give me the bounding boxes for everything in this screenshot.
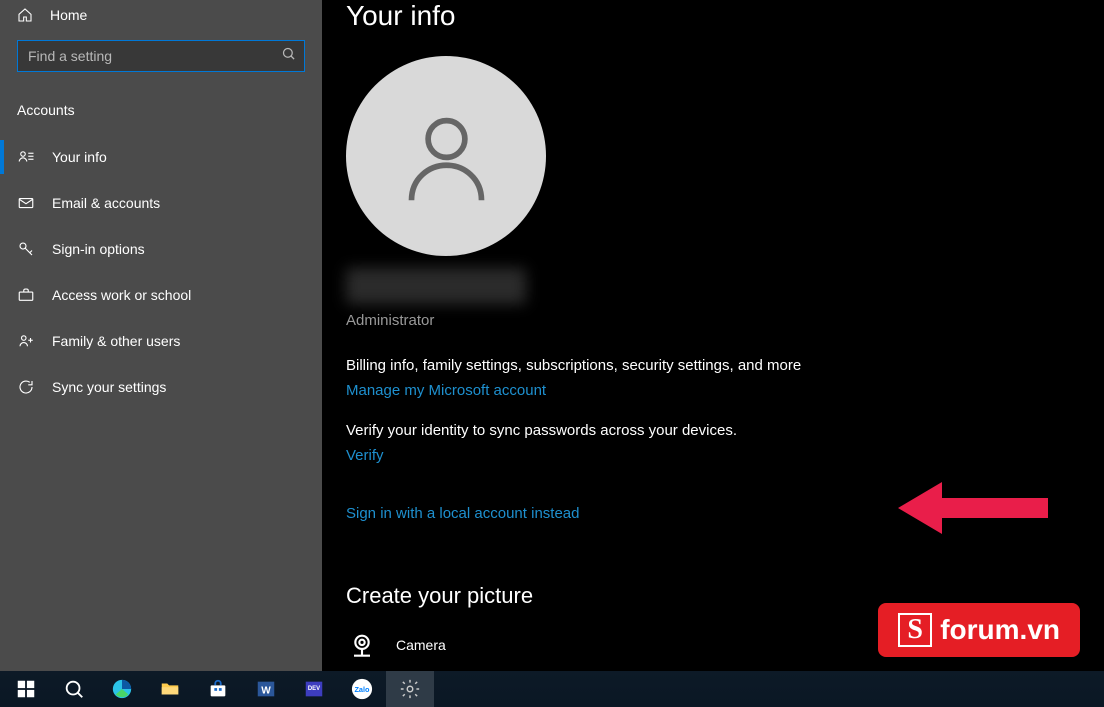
category-heading: Accounts [0,72,322,134]
home-button[interactable]: Home [0,0,322,30]
sidebar-item-family[interactable]: Family & other users [0,318,322,364]
sidebar-item-your-info[interactable]: Your info [0,134,322,180]
taskbar-settings[interactable] [386,671,434,707]
content-area: Your info Administrator Billing info, fa… [322,0,1104,671]
home-icon [17,7,33,23]
settings-sidebar: Home Accounts Your info [0,0,322,671]
windows-icon [15,678,37,700]
sync-icon [17,378,35,396]
search-icon [63,678,85,700]
taskbar-store[interactable] [194,671,242,707]
folder-icon [159,678,181,700]
account-role: Administrator [346,312,1104,329]
svg-text:Zalo: Zalo [354,685,370,694]
page-title: Your info [346,0,1104,32]
avatar [346,56,546,256]
gear-icon [399,678,421,700]
svg-text:W: W [261,686,271,697]
account-name-blurred [346,268,526,304]
sidebar-item-label: Family & other users [52,333,180,349]
person-card-icon [17,148,35,166]
watermark-badge: S forum.vn [878,603,1080,657]
briefcase-icon [17,286,35,304]
search-input-wrapper[interactable] [17,40,305,72]
sidebar-item-signin[interactable]: Sign-in options [0,226,322,272]
search-input[interactable] [18,41,304,71]
sidebar-item-label: Your info [52,149,107,165]
camera-icon [346,629,378,661]
sidebar-item-sync[interactable]: Sync your settings [0,364,322,410]
sidebar-item-label: Access work or school [52,287,191,303]
watermark-text: forum.vn [940,614,1060,646]
person-icon [394,104,499,209]
watermark-logo: S [898,613,932,647]
store-icon [207,678,229,700]
local-account-link[interactable]: Sign in with a local account instead [346,505,579,522]
billing-text: Billing info, family settings, subscript… [346,357,1104,374]
zalo-icon: Zalo [351,678,373,700]
edge-icon [111,678,133,700]
sidebar-item-label: Email & accounts [52,195,160,211]
dev-icon: DEV [303,678,325,700]
key-icon [17,240,35,258]
taskbar-explorer[interactable] [146,671,194,707]
start-button[interactable] [2,671,50,707]
word-icon: W [255,678,277,700]
home-label: Home [50,7,87,23]
taskbar-dev[interactable]: DEV [290,671,338,707]
svg-text:DEV: DEV [308,686,320,692]
sidebar-item-email[interactable]: Email & accounts [0,180,322,226]
manage-account-link[interactable]: Manage my Microsoft account [346,382,546,399]
taskbar-edge[interactable] [98,671,146,707]
taskbar: W DEV Zalo [0,671,1104,707]
verify-link[interactable]: Verify [346,447,384,464]
taskbar-word[interactable]: W [242,671,290,707]
sidebar-item-label: Sync your settings [52,379,166,395]
annotation-arrow [898,476,1048,545]
sidebar-item-work[interactable]: Access work or school [0,272,322,318]
sidebar-item-label: Sign-in options [52,241,145,257]
camera-label: Camera [396,637,446,653]
verify-text: Verify your identity to sync passwords a… [346,422,1104,439]
taskbar-zalo[interactable]: Zalo [338,671,386,707]
taskbar-search[interactable] [50,671,98,707]
family-icon [17,332,35,350]
mail-icon [17,194,35,212]
